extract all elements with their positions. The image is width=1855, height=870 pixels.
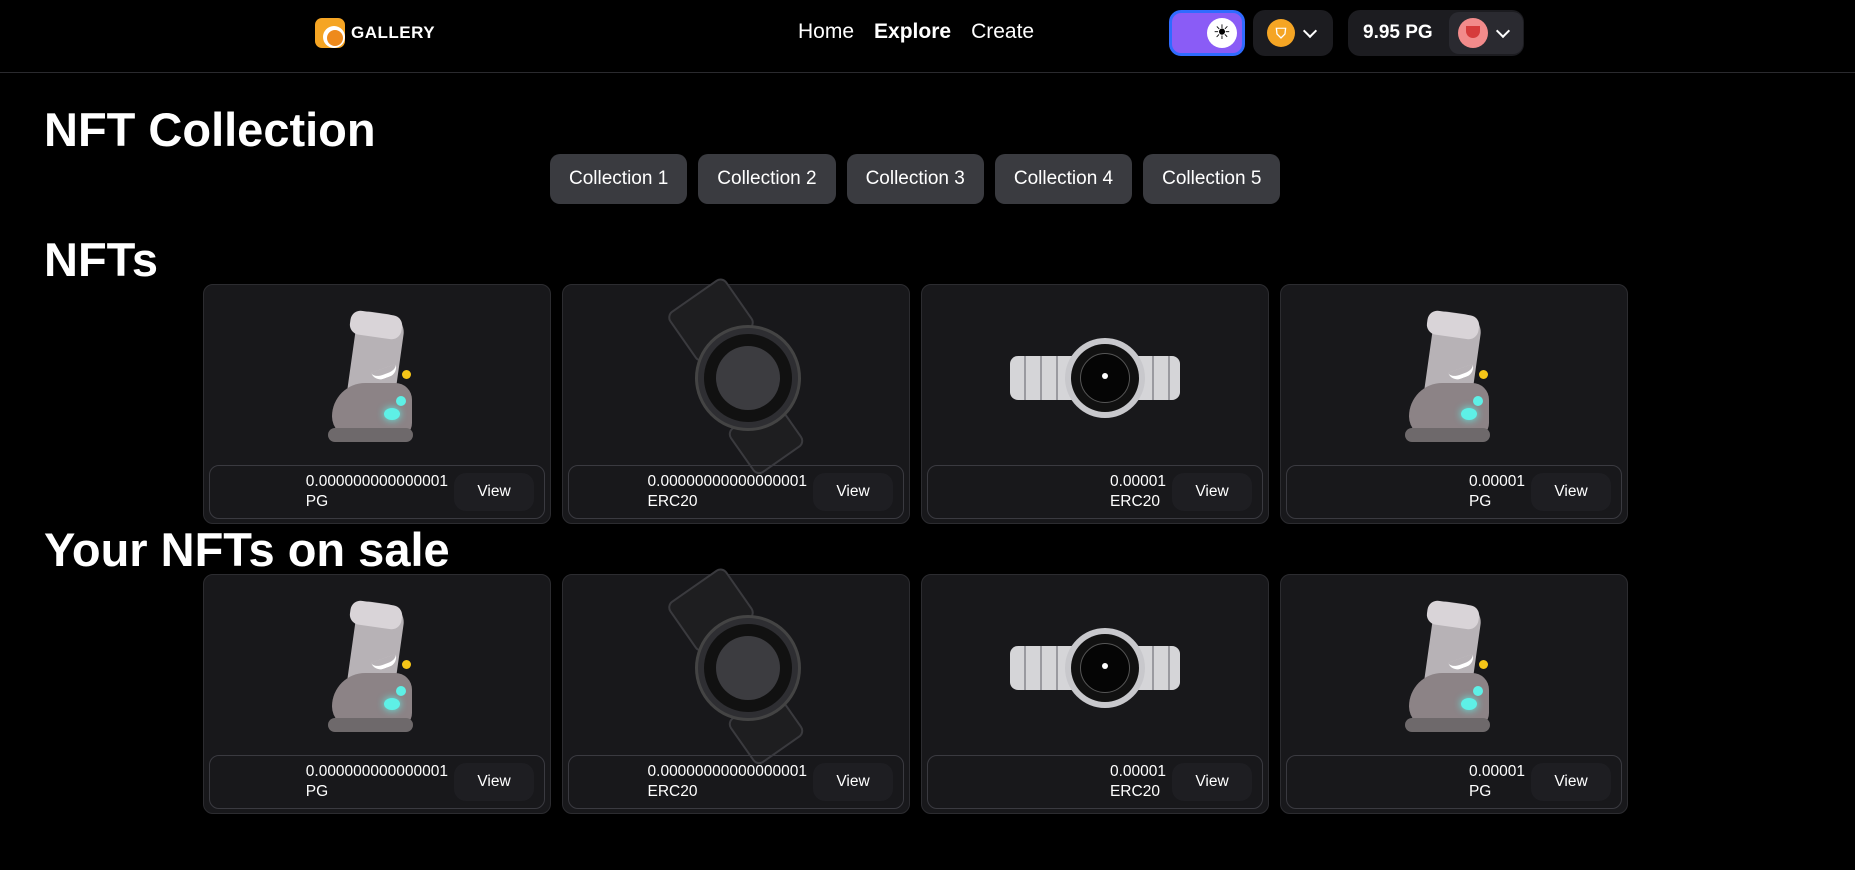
view-button[interactable]: View	[454, 763, 534, 801]
nft-card[interactable]: 0.000000000000001 PG View	[203, 574, 551, 814]
price-value: 0.000000000000001	[305, 473, 448, 490]
view-button[interactable]: View	[813, 473, 893, 511]
nft-image-sneaker	[204, 285, 550, 470]
nft-image-sneaker	[1281, 285, 1627, 470]
nft-card[interactable]: 0.00001 PG View	[1280, 574, 1628, 814]
price-value: 0.00001	[1109, 473, 1166, 490]
nft-price: 0.00000000000000001 ERC20	[648, 472, 807, 512]
price-currency: ERC20	[1109, 493, 1160, 510]
view-button[interactable]: View	[454, 473, 534, 511]
nav-create[interactable]: Create	[971, 20, 1034, 44]
network-selector-button[interactable]: ⛉	[1253, 10, 1333, 56]
card-footer: 0.00000000000000001 ERC20 View	[568, 465, 904, 519]
logo-text: GALLERY	[351, 23, 436, 42]
card-footer: 0.00001 PG View	[1286, 465, 1622, 519]
nft-card[interactable]: 0.00001 PG View	[1280, 284, 1628, 524]
nft-image-silver-watch	[922, 285, 1268, 470]
collection-button-3[interactable]: Collection 3	[846, 154, 984, 204]
card-footer: 0.00000000000000001 ERC20 View	[568, 755, 904, 809]
nfts-heading: NFTs	[44, 233, 159, 286]
card-footer: 0.00001 ERC20 View	[927, 755, 1263, 809]
nft-image-sneaker	[1281, 575, 1627, 760]
collection-button-4[interactable]: Collection 4	[994, 154, 1133, 204]
page-title: NFT Collection	[44, 103, 376, 156]
price-currency: ERC20	[1109, 783, 1160, 800]
chevron-down-icon	[1302, 23, 1318, 38]
card-footer: 0.000000000000001 PG View	[209, 465, 545, 519]
nft-card[interactable]: 0.00001 ERC20 View	[921, 574, 1269, 814]
nft-price: 0.00001 ERC20	[1110, 762, 1166, 802]
top-navbar: GALLERY Home Explore Create ☀ ⛉ 9.95 PG	[0, 0, 1855, 73]
wallet-balance: 9.95 PG	[1363, 22, 1433, 43]
main-nav: Home Explore Create	[798, 20, 1034, 44]
price-value: 0.00001	[1109, 763, 1166, 780]
nft-image-silver-watch	[922, 575, 1268, 760]
nft-price: 0.000000000000001 PG	[306, 762, 448, 802]
nft-price: 0.00001 ERC20	[1110, 472, 1166, 512]
nft-card[interactable]: 0.00000000000000001 ERC20 View	[562, 565, 910, 814]
nft-card[interactable]: 0.00000000000000001 ERC20 View	[562, 275, 910, 524]
avatar	[1458, 18, 1488, 48]
nft-price: 0.00001 PG	[1469, 472, 1525, 512]
view-button[interactable]: View	[1172, 763, 1252, 801]
nft-image-black-watch	[563, 565, 909, 768]
logo-icon	[315, 18, 345, 48]
on-sale-heading: Your NFTs on sale	[44, 523, 450, 576]
price-currency: PG	[1468, 493, 1492, 510]
price-value: 0.00000000000000001	[647, 473, 807, 490]
chevron-down-icon	[1495, 23, 1511, 38]
card-footer: 0.00001 PG View	[1286, 755, 1622, 809]
nft-image-black-watch	[563, 275, 909, 478]
nft-image-sneaker	[204, 575, 550, 760]
view-button[interactable]: View	[1531, 473, 1611, 511]
nft-price: 0.00000000000000001 ERC20	[648, 762, 807, 802]
nft-card[interactable]: 0.000000000000001 PG View	[203, 284, 551, 524]
logo[interactable]: GALLERY	[315, 18, 435, 48]
nft-price: 0.00001 PG	[1469, 762, 1525, 802]
nft-card[interactable]: 0.00001 ERC20 View	[921, 284, 1269, 524]
price-currency: ERC20	[647, 783, 698, 800]
collection-button-2[interactable]: Collection 2	[698, 154, 836, 204]
price-currency: ERC20	[647, 493, 698, 510]
view-button[interactable]: View	[1172, 473, 1252, 511]
shield-icon: ⛉	[1267, 19, 1295, 47]
theme-toggle[interactable]: ☀	[1169, 10, 1245, 56]
price-value: 0.00001	[1468, 763, 1525, 780]
nav-explore[interactable]: Explore	[874, 20, 951, 44]
price-value: 0.000000000000001	[305, 763, 448, 780]
nfts-grid: 0.000000000000001 PG View 0.000000000000…	[203, 275, 1628, 524]
sun-icon: ☀	[1207, 18, 1237, 48]
price-currency: PG	[305, 493, 329, 510]
price-value: 0.00001	[1468, 473, 1525, 490]
on-sale-grid: 0.000000000000001 PG View 0.000000000000…	[203, 565, 1628, 814]
collection-filters: Collection 1 Collection 2 Collection 3 C…	[550, 154, 1281, 204]
wallet-widget: 9.95 PG	[1348, 10, 1524, 56]
card-footer: 0.00001 ERC20 View	[927, 465, 1263, 519]
price-currency: PG	[305, 783, 329, 800]
view-button[interactable]: View	[813, 763, 893, 801]
view-button[interactable]: View	[1531, 763, 1611, 801]
account-menu-button[interactable]	[1449, 12, 1523, 54]
price-currency: PG	[1468, 783, 1492, 800]
card-footer: 0.000000000000001 PG View	[209, 755, 545, 809]
nft-price: 0.000000000000001 PG	[306, 472, 448, 512]
nav-home[interactable]: Home	[798, 20, 854, 44]
collection-button-5[interactable]: Collection 5	[1143, 154, 1281, 204]
price-value: 0.00000000000000001	[647, 763, 807, 780]
collection-button-1[interactable]: Collection 1	[550, 154, 688, 204]
